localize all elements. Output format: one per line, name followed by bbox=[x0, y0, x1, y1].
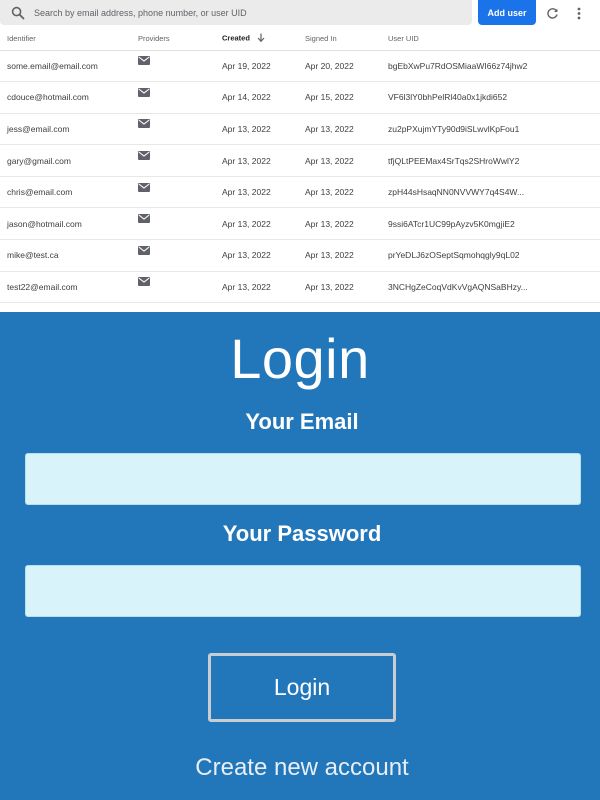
cell-user-uid: zpH44sHsaqNN0NVVWY7q4S4W... bbox=[388, 176, 600, 209]
users-panel: Add user Identifier Providers Created bbox=[0, 0, 600, 312]
login-panel: Login Your Email Your Password Login Cre… bbox=[0, 312, 600, 800]
cell-signed-in: Apr 13, 2022 bbox=[305, 239, 388, 272]
table-header-row: Identifier Providers Created Signed In U… bbox=[0, 28, 600, 51]
more-vertical-icon[interactable] bbox=[572, 5, 586, 21]
cell-user-uid: VF6l3lY0bhPelRl40a0x1jkdi652 bbox=[388, 81, 600, 114]
cell-user-uid: 9ssi6ATcr1UC99pAyzv5K0mgjiE2 bbox=[388, 207, 600, 241]
mail-icon bbox=[138, 151, 150, 161]
header-user-uid: User UID bbox=[388, 28, 600, 51]
cell-signed-in: Apr 13, 2022 bbox=[305, 113, 388, 146]
login-button[interactable]: Login bbox=[208, 653, 396, 722]
cell-identifier[interactable]: gary@gmail.com bbox=[0, 144, 138, 177]
password-label: Your Password bbox=[222, 521, 382, 546]
cell-identifier[interactable]: jason@hotmail.com bbox=[0, 207, 138, 241]
email-field[interactable] bbox=[25, 453, 581, 505]
mail-icon bbox=[138, 119, 150, 129]
cell-created: Apr 13, 2022 bbox=[222, 271, 305, 304]
cell-created: Apr 13, 2022 bbox=[222, 239, 305, 272]
mail-icon bbox=[138, 182, 150, 192]
users-toolbar: Add user bbox=[0, 0, 600, 28]
email-label: Your Email bbox=[245, 409, 359, 434]
cell-provider bbox=[138, 176, 222, 209]
cell-created: Apr 14, 2022 bbox=[222, 81, 305, 114]
cell-user-uid: 3NCHgZeCoqVdKvVgAQNSaBHzy... bbox=[388, 271, 600, 304]
mail-icon bbox=[138, 87, 150, 97]
cell-created: Apr 13, 2022 bbox=[222, 144, 305, 177]
cell-user-uid: bgEbXwPu7RdOSMiaaWI66z74jhw2 bbox=[388, 50, 600, 83]
arrow-down-icon bbox=[257, 33, 265, 44]
cell-identifier[interactable]: chris@email.com bbox=[0, 176, 138, 209]
mail-icon bbox=[138, 277, 150, 287]
cell-signed-in: Apr 13, 2022 bbox=[305, 207, 388, 241]
cell-provider bbox=[138, 113, 222, 146]
cell-user-uid: prYeDLJ6zOSeptSqmohqgly9qL02 bbox=[388, 239, 600, 272]
refresh-icon[interactable] bbox=[544, 5, 560, 21]
table-row[interactable]: jason@hotmail.com Apr 13, 2022 Apr 13, 202… bbox=[0, 207, 600, 241]
cell-created: Apr 13, 2022 bbox=[222, 207, 305, 241]
cell-provider bbox=[138, 207, 222, 241]
cell-provider bbox=[138, 239, 222, 272]
cell-created: Apr 13, 2022 bbox=[222, 113, 305, 146]
cell-identifier[interactable]: some.email@email.com bbox=[0, 50, 138, 83]
cell-signed-in: Apr 20, 2022 bbox=[305, 50, 388, 83]
header-created-label: Created bbox=[222, 33, 250, 43]
table-row[interactable]: some.email@email.com Apr 19, 2022 Apr 20, … bbox=[0, 50, 600, 83]
mail-icon bbox=[138, 56, 150, 66]
cell-identifier[interactable]: jess@email.com bbox=[0, 113, 138, 146]
mail-icon bbox=[138, 214, 150, 224]
cell-identifier[interactable]: cdouce@hotmail.com bbox=[0, 81, 138, 114]
users-table: Identifier Providers Created Signed In U… bbox=[0, 28, 600, 304]
table-row[interactable]: cdouce@hotmail.com Apr 14, 2022 Apr 15, 20… bbox=[0, 81, 600, 114]
table-row[interactable]: gary@gmail.com Apr 13, 2022 Apr 13, 2022 tf… bbox=[0, 144, 600, 177]
mail-icon bbox=[138, 245, 150, 255]
cell-identifier[interactable]: mike@test.ca bbox=[0, 239, 138, 272]
table-row[interactable]: chris@email.com Apr 13, 2022 Apr 13, 2022 z… bbox=[0, 176, 600, 209]
cell-user-uid: zu2pPXujmYTy90d9iSLwvlKpFou1 bbox=[388, 113, 600, 146]
search-icon bbox=[11, 6, 25, 20]
cell-signed-in: Apr 13, 2022 bbox=[305, 144, 388, 177]
header-providers: Providers bbox=[138, 28, 222, 51]
cell-signed-in: Apr 13, 2022 bbox=[305, 271, 388, 304]
header-created[interactable]: Created bbox=[222, 28, 305, 51]
cell-identifier[interactable]: test22@email.com bbox=[0, 271, 138, 304]
cell-provider bbox=[138, 50, 222, 83]
password-field[interactable] bbox=[25, 565, 581, 617]
cell-provider bbox=[138, 81, 222, 114]
header-signed-in[interactable]: Signed In bbox=[305, 28, 388, 51]
table-row[interactable]: mike@test.ca Apr 13, 2022 Apr 13, 2022 prYe… bbox=[0, 239, 600, 272]
search-input[interactable] bbox=[34, 7, 454, 18]
create-account-link[interactable]: Create new account bbox=[0, 754, 600, 782]
cell-user-uid: tfjQLtPEEMax4SrTqs2SHroWwlY2 bbox=[388, 144, 600, 177]
search-box[interactable] bbox=[0, 0, 472, 25]
header-identifier[interactable]: Identifier bbox=[0, 28, 138, 51]
table-row[interactable]: jess@email.com Apr 13, 2022 Apr 13, 2022 zu… bbox=[0, 113, 600, 146]
table-row[interactable]: test22@email.com Apr 13, 2022 Apr 13, 2022… bbox=[0, 271, 600, 304]
cell-provider bbox=[138, 271, 222, 304]
cell-signed-in: Apr 13, 2022 bbox=[305, 176, 388, 209]
cell-provider bbox=[138, 144, 222, 177]
add-user-button[interactable]: Add user bbox=[478, 0, 536, 25]
cell-signed-in: Apr 15, 2022 bbox=[305, 81, 388, 114]
cell-created: Apr 19, 2022 bbox=[222, 50, 305, 83]
cell-created: Apr 13, 2022 bbox=[222, 176, 305, 209]
login-title: Login bbox=[230, 327, 370, 390]
